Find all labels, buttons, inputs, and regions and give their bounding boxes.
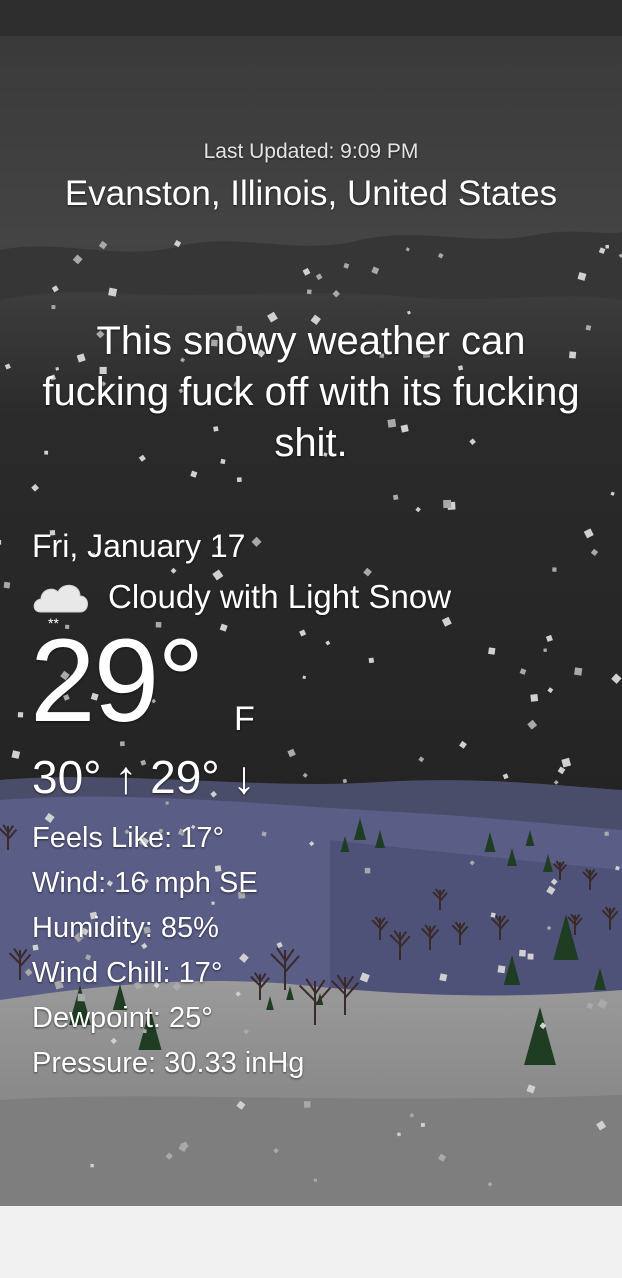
snow-foreground [0, 1095, 622, 1206]
feels-like-row: Feels Like: 17° [32, 822, 225, 854]
humidity-row: Humidity: 85% [32, 912, 219, 944]
forecast-date: Fri, January 17 [32, 528, 246, 564]
snowflake [392, 494, 399, 501]
snowflake [236, 477, 242, 483]
snowflake [604, 831, 609, 837]
snowflake [364, 867, 371, 874]
snowflake [439, 973, 448, 982]
snowflake [90, 1163, 94, 1168]
location-title[interactable]: Evanston, Illinois, United States [0, 174, 622, 214]
current-temperature: 29° [30, 615, 204, 747]
navigation-bar [0, 1206, 622, 1278]
snowflake [313, 1178, 318, 1182]
status-bar-area [0, 0, 622, 36]
snowflake [490, 912, 496, 918]
snowflake [519, 949, 526, 957]
snowflake [302, 675, 306, 680]
condition-label: Cloudy with Light Snow [108, 578, 452, 615]
snowflake [605, 244, 610, 249]
snowflake [108, 287, 118, 297]
snowflake [443, 499, 452, 509]
snowflake [77, 993, 86, 1002]
snowflake [530, 693, 539, 702]
temperature-unit[interactable]: F [234, 700, 255, 739]
snowflake [0, 539, 2, 545]
dewpoint-row: Dewpoint: 25° [32, 1002, 213, 1034]
snowflake [3, 581, 11, 589]
snowflake [497, 965, 506, 974]
snowflake [552, 567, 557, 572]
snowflake [51, 305, 56, 310]
snowflake [527, 953, 534, 960]
snowflake [17, 712, 24, 718]
pressure-row: Pressure: 30.33 inHg [32, 1047, 305, 1079]
snowflake [420, 1122, 425, 1127]
snowflake [543, 648, 548, 653]
weather-headline: This snowy weather can fucking fuck off … [42, 319, 580, 465]
snowflake [303, 1101, 311, 1108]
wind-row: Wind: 16 mph SE [32, 867, 258, 899]
snowflake [368, 657, 375, 664]
snowflake [32, 944, 39, 951]
snowflake [306, 289, 312, 295]
snowflake [211, 901, 215, 905]
high-low-temperature: 30° ↑ 29° ↓ [32, 751, 256, 803]
snowflake [574, 667, 583, 676]
wind-chill-row: Wind Chill: 17° [32, 957, 223, 989]
last-updated-label: Last Updated: 9:09 PM [203, 140, 419, 163]
snowflake [488, 647, 496, 655]
